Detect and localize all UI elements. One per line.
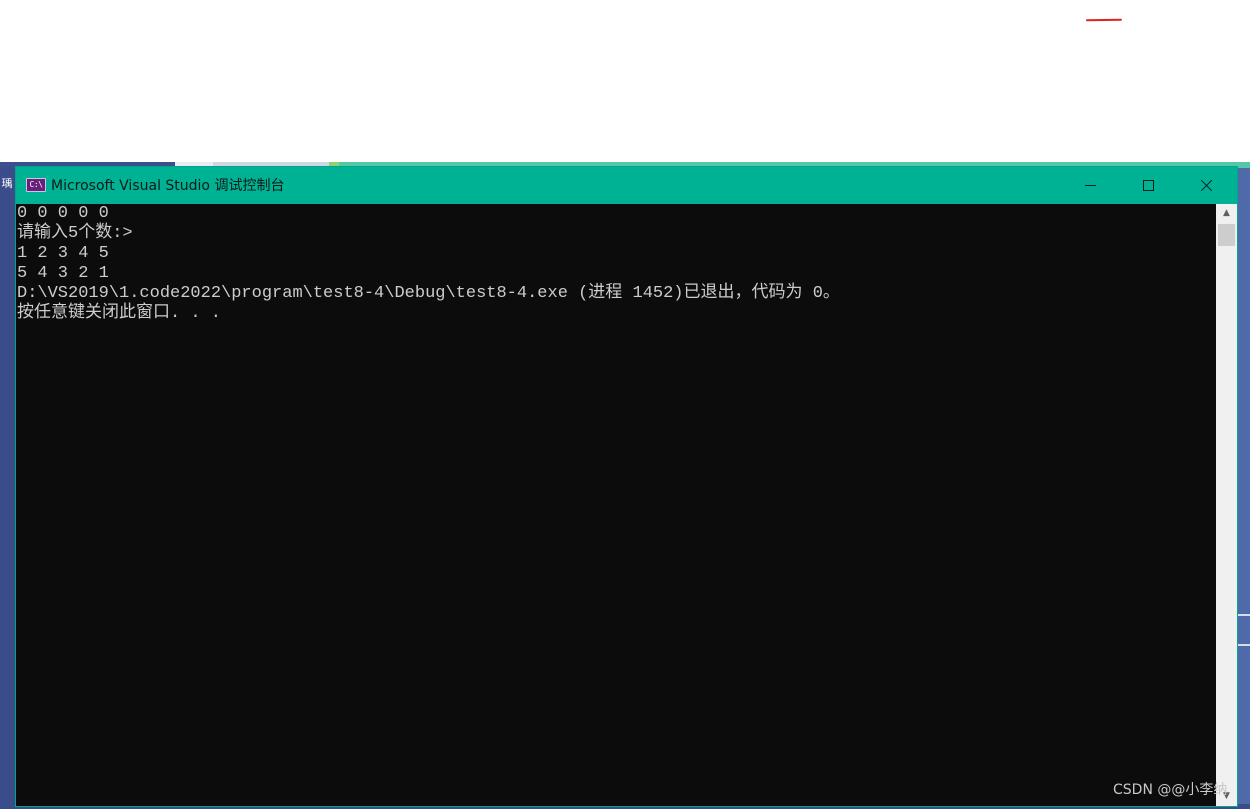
background-left-glyph: 瑀 bbox=[1, 177, 13, 190]
page-top-blank-area bbox=[0, 0, 1250, 162]
background-right-edge bbox=[1238, 168, 1250, 809]
screenshot-stage: 瑀 C:\ Microsoft Visual Studio 调试控制台 0 0 bbox=[0, 0, 1250, 809]
maximize-button[interactable] bbox=[1119, 167, 1177, 204]
close-button[interactable] bbox=[1177, 167, 1235, 204]
scroll-up-arrow-icon[interactable]: ▲ bbox=[1216, 204, 1237, 223]
window-title: Microsoft Visual Studio 调试控制台 bbox=[51, 178, 285, 194]
console-lines: 0 0 0 0 0 请输入5个数:> 1 2 3 4 5 5 4 3 2 1 D… bbox=[17, 204, 840, 324]
console-line: 5 4 3 2 1 bbox=[17, 264, 109, 283]
debug-console-window: C:\ Microsoft Visual Studio 调试控制台 0 0 0 … bbox=[15, 166, 1238, 807]
scrollbar-thumb[interactable] bbox=[1218, 224, 1235, 246]
console-app-icon-glyph: C:\ bbox=[29, 180, 43, 189]
background-left-edge bbox=[0, 168, 16, 809]
console-line: D:\VS2019\1.code2022\program\test8-4\Deb… bbox=[17, 284, 840, 303]
console-line: 请输入5个数:> bbox=[17, 224, 133, 243]
csdn-watermark: CSDN @@小李纳 bbox=[1113, 782, 1228, 798]
minimize-button[interactable] bbox=[1061, 167, 1119, 204]
console-output-area[interactable]: 0 0 0 0 0 请输入5个数:> 1 2 3 4 5 5 4 3 2 1 D… bbox=[16, 204, 1216, 806]
minimize-icon bbox=[1085, 185, 1096, 186]
vertical-scrollbar[interactable]: ▲ ▼ bbox=[1216, 204, 1237, 806]
console-line: 1 2 3 4 5 bbox=[17, 244, 109, 263]
console-line: 按任意键关闭此窗口. . . bbox=[17, 304, 222, 323]
red-annotation-stroke bbox=[1085, 18, 1123, 22]
window-titlebar[interactable]: C:\ Microsoft Visual Studio 调试控制台 bbox=[16, 167, 1237, 204]
console-app-icon[interactable]: C:\ bbox=[26, 178, 46, 192]
console-line: 0 0 0 0 0 bbox=[17, 204, 109, 223]
maximize-icon bbox=[1143, 180, 1154, 191]
background-divider bbox=[1238, 614, 1250, 616]
background-divider bbox=[1238, 644, 1250, 646]
